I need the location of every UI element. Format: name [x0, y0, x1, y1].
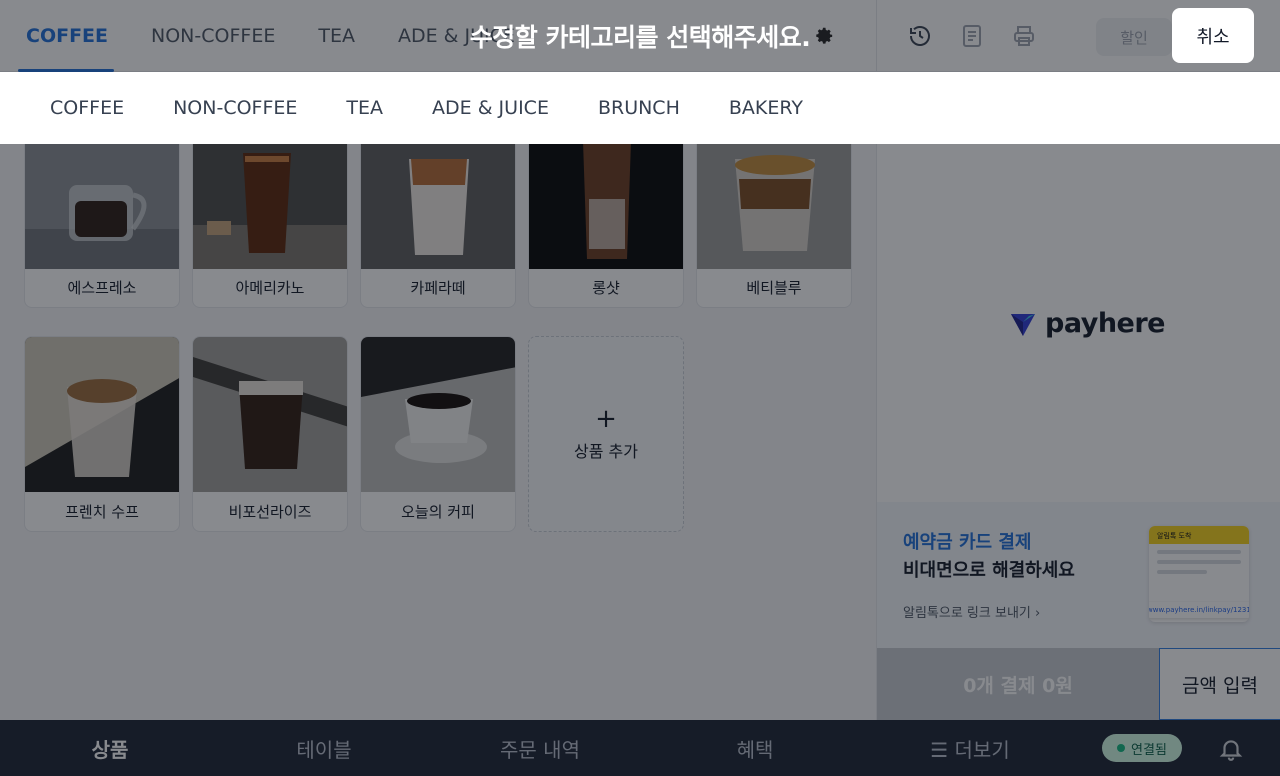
picker-item-bakery[interactable]: BAKERY: [729, 97, 803, 119]
picker-item-brunch[interactable]: BRUNCH: [598, 97, 680, 119]
picker-item-tea[interactable]: TEA: [346, 97, 383, 119]
cancel-button[interactable]: 취소: [1172, 8, 1254, 63]
category-picker: COFFEE NON-COFFEE TEA ADE & JUICE BRUNCH…: [0, 72, 1280, 144]
picker-item-non-coffee[interactable]: NON-COFFEE: [173, 97, 297, 119]
overlay-title: 수정할 카테고리를 선택해주세요.: [469, 23, 811, 52]
picker-item-coffee[interactable]: COFFEE: [50, 97, 124, 119]
picker-item-ade-juice[interactable]: ADE & JUICE: [432, 97, 549, 119]
